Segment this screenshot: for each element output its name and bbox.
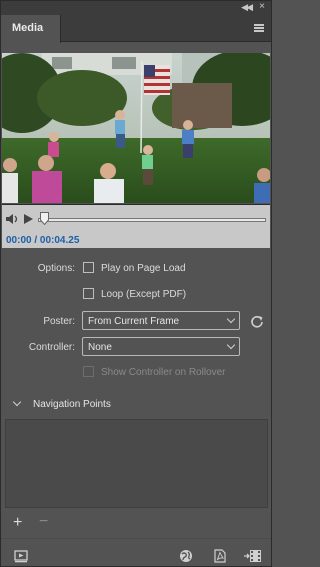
tab-bar: Media xyxy=(1,15,271,43)
refresh-icon[interactable] xyxy=(249,314,265,330)
add-navigation-point-icon[interactable]: + xyxy=(13,515,22,531)
close-icon[interactable]: × xyxy=(259,1,265,12)
controller-select[interactable]: None xyxy=(82,337,240,356)
media-import-icon[interactable] xyxy=(244,549,262,563)
scrubber-track[interactable] xyxy=(38,218,266,222)
pdf-icon[interactable] xyxy=(213,549,227,563)
panel-footer xyxy=(1,538,271,566)
collapse-icon[interactable]: ◀◀ xyxy=(241,2,253,13)
video-frame-image xyxy=(2,53,270,203)
player-controls: 00:00 / 00:04.25 xyxy=(2,204,270,248)
play-icon[interactable] xyxy=(24,214,33,224)
media-panel: ◀◀ × Media 00:00 / 00:04.25 Options: Pla… xyxy=(0,0,272,567)
show-on-rollover-label: Show Controller on Rollover xyxy=(101,367,226,378)
preview-icon[interactable] xyxy=(14,549,28,563)
panel-menu-icon[interactable] xyxy=(254,24,264,32)
timecode: 00:00 / 00:04.25 xyxy=(6,235,80,246)
speaker-icon[interactable] xyxy=(5,213,21,225)
navigation-points-title[interactable]: Navigation Points xyxy=(33,399,111,410)
play-on-load-label: Play on Page Load xyxy=(101,263,186,274)
loop-checkbox[interactable] xyxy=(83,288,94,299)
chevron-down-icon xyxy=(226,340,236,350)
play-on-load-checkbox[interactable] xyxy=(83,262,94,273)
poster-select[interactable]: From Current Frame xyxy=(82,311,240,330)
controller-select-value: None xyxy=(88,342,112,353)
video-preview xyxy=(2,53,270,203)
panel-top-strip: ◀◀ × xyxy=(1,1,271,15)
show-on-rollover-checkbox[interactable] xyxy=(83,366,94,377)
poster-select-value: From Current Frame xyxy=(88,316,180,327)
poster-label: Poster: xyxy=(43,316,75,327)
loop-label: Loop (Except PDF) xyxy=(101,289,187,300)
options-label: Options: xyxy=(37,263,75,274)
controller-label: Controller: xyxy=(28,342,75,353)
globe-icon[interactable] xyxy=(179,549,193,563)
chevron-down-icon[interactable] xyxy=(12,397,22,407)
navigation-points-list[interactable] xyxy=(5,419,268,508)
chevron-down-icon xyxy=(226,314,236,324)
playhead-handle[interactable] xyxy=(40,212,49,225)
remove-navigation-point-icon[interactable]: − xyxy=(39,514,48,530)
tab-media[interactable]: Media xyxy=(1,15,61,43)
